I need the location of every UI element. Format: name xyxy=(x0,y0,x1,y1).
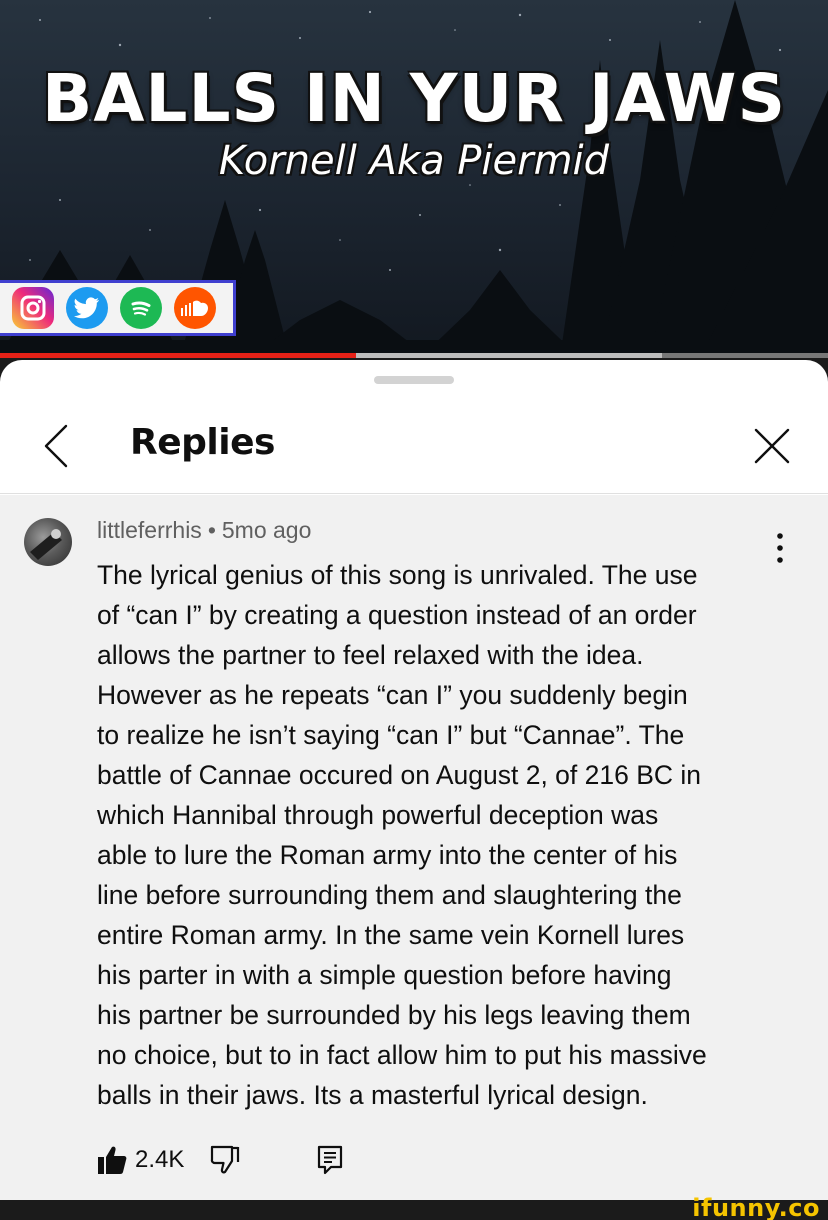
comment-author[interactable]: littleferrhis xyxy=(97,517,202,543)
comment-actions: 2.4K xyxy=(97,1140,344,1180)
video-player[interactable]: BALLS IN YUR JAWS Kornell Aka Piermid xyxy=(0,0,828,358)
drag-handle[interactable] xyxy=(374,376,454,384)
video-subtitle: Kornell Aka Piermid xyxy=(218,138,610,184)
close-icon[interactable] xyxy=(750,424,794,468)
progress-buffered xyxy=(356,353,663,358)
soundcloud-icon xyxy=(174,287,216,329)
video-title: BALLS IN YUR JAWS xyxy=(42,60,786,137)
comment: littleferrhis • 5mo ago The lyrical genius… xyxy=(0,495,828,1200)
sheet-title: Replies xyxy=(130,422,275,463)
like-count: 2.4K xyxy=(135,1146,185,1173)
spotify-icon xyxy=(120,287,162,329)
progress-played xyxy=(0,353,357,358)
twitter-icon xyxy=(66,287,108,329)
instagram-icon xyxy=(12,287,54,329)
comment-time: 5mo ago xyxy=(221,517,312,543)
ifunny-watermark: ifunny.co xyxy=(692,1194,820,1220)
thumbs-up-icon[interactable] xyxy=(97,1145,127,1175)
comment-text: The lyrical genius of this song is unriv… xyxy=(97,560,707,1110)
thumbs-down-icon[interactable] xyxy=(210,1145,240,1175)
social-links-bar xyxy=(0,280,236,336)
comment-meta: littleferrhis • 5mo ago xyxy=(97,517,311,544)
reply-icon[interactable] xyxy=(316,1145,344,1175)
sheet-header: Replies xyxy=(0,394,828,494)
chevron-left-icon[interactable] xyxy=(36,420,80,472)
meta-separator: • xyxy=(207,517,216,543)
avatar[interactable] xyxy=(24,518,72,566)
video-progress-bar[interactable] xyxy=(0,353,828,358)
replies-sheet: Replies littleferrhis • 5mo ago The lyrica… xyxy=(0,360,828,1200)
